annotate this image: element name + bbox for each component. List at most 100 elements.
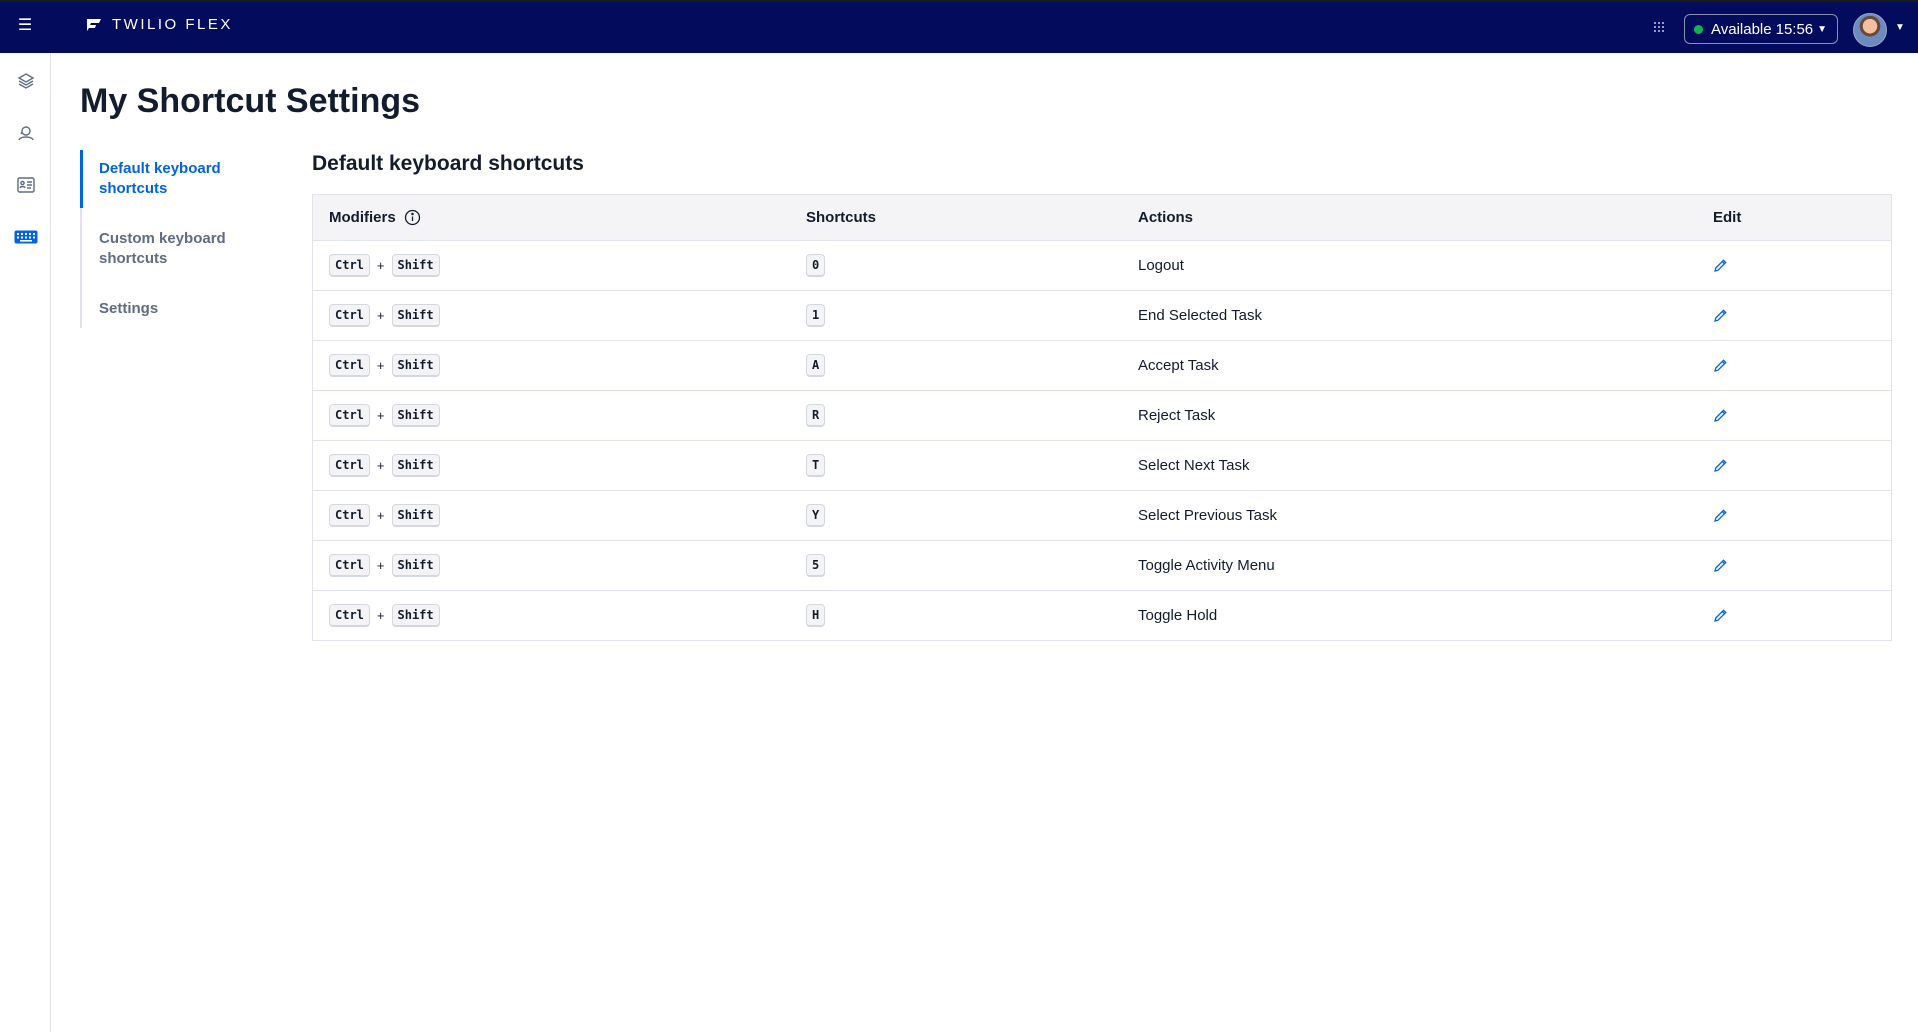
plus-separator: +: [376, 608, 385, 623]
modifier-key-ctrl: Ctrl: [329, 454, 370, 477]
modifiers-cell: Ctrl + Shift: [329, 491, 440, 540]
modifier-key-ctrl: Ctrl: [329, 604, 370, 627]
top-bar: ☰ TWILIO FLEX Available 15:56 ▼ ▼: [0, 0, 1918, 53]
action-cell: Reject Task: [1138, 407, 1216, 424]
user-avatar[interactable]: [1853, 13, 1887, 47]
shortcut-cell: H: [806, 591, 826, 640]
subnav-item-default-shortcuts[interactable]: Default keyboard shortcuts: [80, 150, 282, 208]
settings-subnav: Default keyboard shortcuts Custom keyboa…: [80, 150, 282, 328]
pencil-icon[interactable]: [1713, 308, 1728, 323]
action-cell: Toggle Hold: [1138, 607, 1218, 624]
subnav-item-label: shortcuts: [99, 250, 168, 267]
table-row: Ctrl + Shift 5 Toggle Activity Menu: [313, 541, 1891, 591]
app-launcher-icon[interactable]: [1653, 20, 1665, 38]
table-row: Ctrl + Shift 1 End Selected Task: [313, 291, 1891, 341]
brand-logo: TWILIO FLEX: [86, 16, 233, 33]
plus-separator: +: [376, 508, 385, 523]
action-cell: Logout: [1138, 257, 1184, 274]
edit-cell: [1713, 391, 1728, 440]
modifier-key-ctrl: Ctrl: [329, 554, 370, 577]
modifiers-cell: Ctrl + Shift: [329, 441, 440, 490]
status-time: 15:56: [1775, 20, 1814, 38]
shortcut-key: Y: [806, 504, 826, 527]
shortcuts-table: Modifiers Shortcuts Actions Edit Ctrl + Sh…: [312, 194, 1892, 641]
modifier-key-shift: Shift: [391, 554, 440, 577]
modifier-key-ctrl: Ctrl: [329, 304, 370, 327]
table-row: Ctrl + Shift H Toggle Hold: [313, 591, 1891, 640]
modifiers-cell: Ctrl + Shift: [329, 541, 440, 590]
column-header-actions: Actions: [1138, 209, 1194, 226]
pencil-icon[interactable]: [1713, 458, 1728, 473]
table-header: Modifiers Shortcuts Actions Edit: [313, 195, 1891, 241]
table-row: Ctrl + Shift T Select Next Task: [313, 441, 1891, 491]
modifier-key-shift: Shift: [391, 254, 440, 277]
plus-separator: +: [376, 458, 385, 473]
modifier-key-ctrl: Ctrl: [329, 254, 370, 277]
shortcut-key: 0: [806, 254, 826, 277]
plus-separator: +: [376, 308, 385, 323]
modifier-key-shift: Shift: [391, 354, 440, 377]
edit-cell: [1713, 341, 1728, 390]
edit-cell: [1713, 241, 1728, 290]
pencil-icon[interactable]: [1713, 358, 1728, 373]
action-cell: Select Next Task: [1138, 457, 1250, 474]
shortcut-key: T: [806, 454, 826, 477]
table-row: Ctrl + Shift R Reject Task: [313, 391, 1891, 441]
shortcut-cell: Y: [806, 491, 826, 540]
column-header-edit: Edit: [1713, 209, 1742, 226]
action-cell: Accept Task: [1138, 357, 1219, 374]
edit-cell: [1713, 291, 1728, 340]
column-header-label: Modifiers: [329, 209, 396, 226]
shortcut-cell: 1: [806, 291, 826, 340]
plus-separator: +: [376, 558, 385, 573]
modifier-key-ctrl: Ctrl: [329, 354, 370, 377]
table-body: Ctrl + Shift 0 Logout Ctrl + Shift 1 End Selected…: [313, 241, 1891, 640]
pencil-icon[interactable]: [1713, 508, 1728, 523]
pencil-icon[interactable]: [1713, 608, 1728, 623]
table-row: Ctrl + Shift Y Select Previous Task: [313, 491, 1891, 541]
modifiers-cell: Ctrl + Shift: [329, 241, 440, 290]
subnav-item-settings[interactable]: Settings: [82, 290, 282, 328]
shortcut-key: H: [806, 604, 826, 627]
layers-icon[interactable]: [13, 69, 39, 93]
modifier-key-shift: Shift: [391, 304, 440, 327]
subnav-item-label: shortcuts: [99, 180, 168, 197]
edit-cell: [1713, 591, 1728, 640]
edit-cell: [1713, 441, 1728, 490]
agents-icon[interactable]: [13, 121, 39, 145]
modifiers-cell: Ctrl + Shift: [329, 391, 440, 440]
shortcut-key: A: [806, 354, 826, 377]
user-menu-chevron-icon[interactable]: ▼: [1895, 22, 1905, 33]
action-cell: End Selected Task: [1138, 307, 1262, 324]
modifier-key-shift: Shift: [391, 404, 440, 427]
hamburger-menu-icon[interactable]: ☰: [17, 18, 33, 34]
pencil-icon[interactable]: [1713, 558, 1728, 573]
brand-name: TWILIO FLEX: [112, 16, 233, 33]
action-cell: Select Previous Task: [1138, 507, 1277, 524]
activity-status-dropdown[interactable]: Available 15:56 ▼: [1684, 14, 1838, 44]
subnav-item-custom-shortcuts[interactable]: Custom keyboard shortcuts: [82, 220, 282, 278]
modifiers-cell: Ctrl + Shift: [329, 591, 440, 640]
shortcut-cell: R: [806, 391, 826, 440]
shortcut-cell: 0: [806, 241, 826, 290]
shortcut-key: R: [806, 404, 826, 427]
plus-separator: +: [376, 258, 385, 273]
subnav-item-label: Custom keyboard: [99, 230, 226, 247]
modifiers-cell: Ctrl + Shift: [329, 291, 440, 340]
shortcut-cell: 5: [806, 541, 826, 590]
pencil-icon[interactable]: [1713, 408, 1728, 423]
side-navigation: [0, 53, 51, 1032]
chevron-down-icon: ▼: [1817, 23, 1828, 35]
shortcut-cell: A: [806, 341, 826, 390]
section-title: Default keyboard shortcuts: [312, 152, 584, 175]
pencil-icon[interactable]: [1713, 258, 1728, 273]
subnav-item-label: Default keyboard: [99, 160, 221, 177]
shortcut-key: 5: [806, 554, 826, 577]
column-header-shortcuts: Shortcuts: [806, 209, 877, 226]
keyboard-icon[interactable]: [13, 225, 39, 249]
contact-card-icon[interactable]: [13, 173, 39, 197]
action-cell: Toggle Activity Menu: [1138, 557, 1275, 574]
page-title: My Shortcut Settings: [80, 82, 421, 120]
status-dot-icon: [1694, 24, 1703, 34]
info-icon[interactable]: [404, 209, 421, 226]
